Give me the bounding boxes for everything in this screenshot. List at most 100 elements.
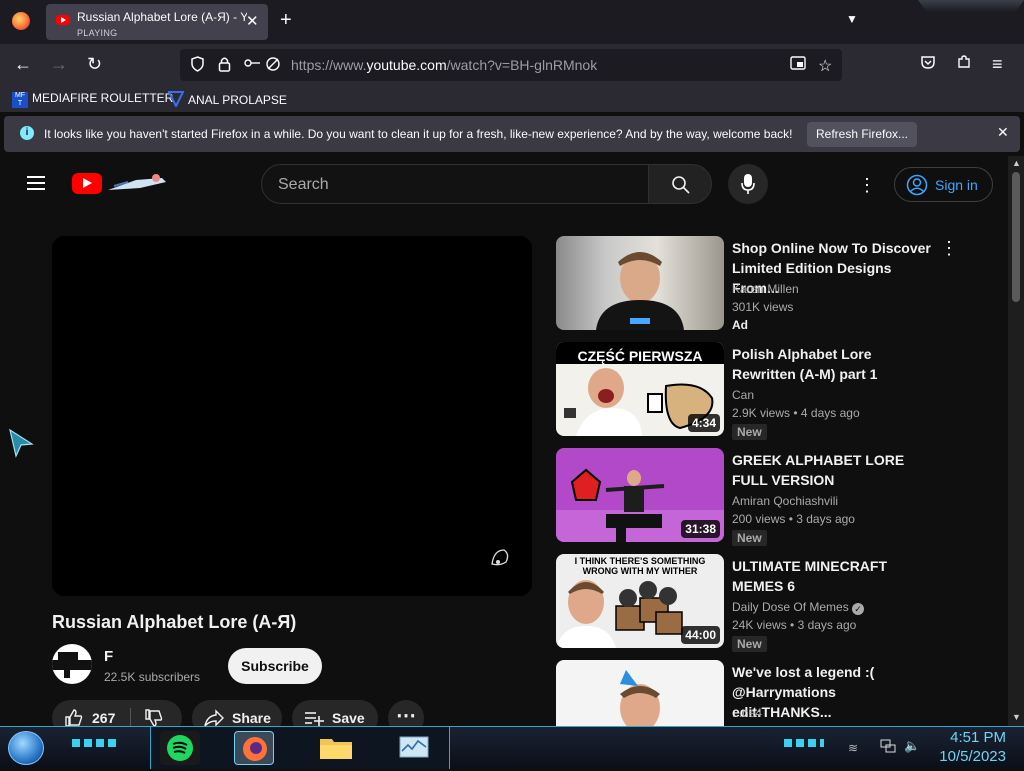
settings-more-icon[interactable]: ⋮: [858, 175, 876, 196]
search-button[interactable]: [648, 164, 712, 204]
autoplay-blocked-icon[interactable]: [265, 56, 281, 76]
video-title[interactable]: Polish Alphabet Lore Rewritten (A-M) par…: [732, 344, 932, 384]
share-button[interactable]: Share: [192, 700, 282, 726]
youtube-doodle[interactable]: [106, 172, 170, 194]
player-watermark-icon: [488, 544, 514, 575]
channel-name[interactable]: F: [104, 648, 113, 665]
like-button[interactable]: [64, 708, 84, 726]
view-count: 24K views: [732, 618, 787, 632]
video-thumbnail[interactable]: 31:38: [556, 448, 724, 542]
firefox-app-icon[interactable]: [234, 731, 274, 765]
youtube-page: Search ⋮ Sign in Russian Alphabet Lore (…: [0, 156, 1008, 726]
channel-name[interactable]: Daily Dose Of Memes ✓: [732, 600, 865, 615]
recommendation-card[interactable]: CZĘŚĆ PIERWSZA 4:34 Polish Alphabet Lore…: [556, 342, 956, 440]
permissions-icon[interactable]: [244, 56, 262, 74]
network-icon[interactable]: [880, 739, 896, 758]
channel-name[interactable]: Karen Millen: [732, 282, 799, 296]
video-thumbnail[interactable]: [556, 236, 724, 330]
recommendation-card[interactable]: Shop Online Now To Discover Limited Edit…: [556, 236, 958, 332]
close-notification-icon[interactable]: ✕: [997, 124, 1009, 141]
ad-badge: Ad: [732, 318, 748, 332]
video-duration: 31:38: [681, 520, 720, 538]
forward-arrow-icon[interactable]: →: [50, 54, 68, 74]
url-path: /watch?v=BH-glnRMnok: [446, 57, 598, 73]
bookmark-star-icon[interactable]: ☆: [818, 56, 832, 76]
like-dislike-group: 267: [52, 700, 182, 726]
bookmark-second[interactable]: ANAL PROLAPSE: [167, 91, 287, 109]
more-options-icon[interactable]: ⋮: [940, 238, 958, 259]
view-count: 301K views: [732, 300, 794, 314]
scroll-down-arrow-icon[interactable]: ▼: [1012, 712, 1021, 722]
scroll-up-arrow-icon[interactable]: ▲: [1012, 158, 1021, 168]
channel-name[interactable]: Amiran Qochiashvili: [732, 494, 838, 508]
taskbar-decoration: [784, 739, 824, 747]
search-placeholder: Search: [278, 176, 329, 193]
refresh-firefox-button[interactable]: Refresh Firefox...: [807, 122, 917, 147]
video-title: Russian Alphabet Lore (А-Я): [52, 612, 297, 632]
address-bar[interactable]: https://www.youtube.com/watch?v=BH-glnRM…: [180, 49, 842, 81]
new-tab-plus-icon[interactable]: +: [280, 9, 292, 32]
sign-in-button[interactable]: Sign in: [894, 167, 993, 202]
channel-name[interactable]: Can: [732, 388, 754, 402]
refresh-firefox-notification: i It looks like you haven't started Fire…: [4, 116, 1020, 152]
show-hidden-icons-icon[interactable]: ≋: [848, 741, 858, 755]
recommendation-card[interactable]: We've lost a legend :( @Harrymations edi…: [556, 660, 956, 726]
microphone-icon: [741, 173, 755, 200]
volume-icon[interactable]: 🔈: [904, 738, 920, 754]
reload-icon[interactable]: ↻: [87, 54, 102, 74]
clock-date[interactable]: 10/5/2023: [926, 748, 1006, 765]
playlist-add-icon: [304, 709, 324, 726]
channel-name[interactable]: ...ne4: [732, 706, 762, 720]
page-scrollbar[interactable]: ▲ ▼: [1008, 156, 1024, 726]
guide-menu-icon[interactable]: [27, 176, 45, 190]
video-thumbnail[interactable]: [556, 660, 724, 726]
video-thumbnail[interactable]: CZĘŚĆ PIERWSZA 4:34: [556, 342, 724, 436]
navigation-toolbar: ← → ↻ https://www.youtube.com/watch?v=BH…: [0, 44, 1024, 86]
channel-name-text: Daily Dose Of Memes: [732, 600, 849, 614]
new-badge: New: [732, 530, 767, 546]
more-actions-button[interactable]: ⋯: [388, 700, 424, 726]
menu-hamburger-icon[interactable]: ≡: [992, 54, 1003, 74]
spotify-app-icon[interactable]: [160, 731, 200, 765]
start-orb-icon[interactable]: [8, 731, 44, 765]
taskbar: ≋ 🔈 4:51 PM 10/5/2023: [0, 726, 1024, 769]
recommendation-card[interactable]: I THINK THERE'S SOMETHING WRONG WITH MY …: [556, 554, 956, 652]
firefox-icon[interactable]: [12, 12, 30, 30]
url-text[interactable]: https://www.youtube.com/watch?v=BH-glnRM…: [291, 57, 597, 73]
video-meta: 200 views • 3 days ago: [732, 512, 855, 526]
recommendation-card[interactable]: 31:38 GREEK ALPHABET LORE FULL VERSION A…: [556, 448, 956, 546]
like-divider: [130, 708, 131, 726]
video-thumbnail[interactable]: I THINK THERE'S SOMETHING WRONG WITH MY …: [556, 554, 724, 648]
voice-search-button[interactable]: [728, 164, 768, 204]
new-badge: New: [732, 424, 767, 440]
back-arrow-icon[interactable]: ←: [14, 54, 32, 74]
search-input[interactable]: Search: [261, 164, 649, 204]
subscribe-button[interactable]: Subscribe: [228, 648, 322, 684]
extensions-icon[interactable]: [956, 54, 972, 74]
shield-icon[interactable]: [190, 56, 205, 76]
youtube-logo-icon[interactable]: [72, 173, 102, 194]
browser-tab[interactable]: Russian Alphabet Lore (А-Я) - Y PLAYING …: [46, 4, 268, 40]
sign-in-label: Sign in: [935, 177, 978, 193]
lock-icon[interactable]: [218, 56, 231, 76]
tab-title: Russian Alphabet Lore (А-Я) - Y: [77, 10, 247, 24]
picture-in-picture-icon[interactable]: [790, 56, 806, 74]
clock-time[interactable]: 4:51 PM: [936, 729, 1006, 746]
close-tab-icon[interactable]: ✕: [246, 12, 259, 30]
subscriber-count: 22.5K subscribers: [104, 670, 201, 684]
scrollbar-thumb[interactable]: [1012, 172, 1020, 302]
channel-avatar[interactable]: [52, 644, 92, 684]
file-explorer-app-icon[interactable]: [316, 731, 356, 765]
search-icon: [671, 175, 691, 200]
video-title[interactable]: ULTIMATE MINECRAFT MEMES 6: [732, 556, 932, 596]
bookmark-mediafire[interactable]: MF T MEDIAFIRE ROULETTER: [12, 91, 173, 108]
dislike-button[interactable]: [144, 708, 164, 726]
save-button[interactable]: Save: [292, 700, 378, 726]
video-title[interactable]: GREEK ALPHABET LORE FULL VERSION: [732, 450, 932, 490]
chevron-down-icon[interactable]: ▼: [846, 12, 858, 26]
pocket-icon[interactable]: [920, 54, 936, 74]
window-frame-decoration: [918, 0, 1024, 12]
video-player[interactable]: [52, 236, 532, 596]
view-count: 200 views: [732, 512, 786, 526]
task-manager-app-icon[interactable]: [394, 731, 434, 765]
